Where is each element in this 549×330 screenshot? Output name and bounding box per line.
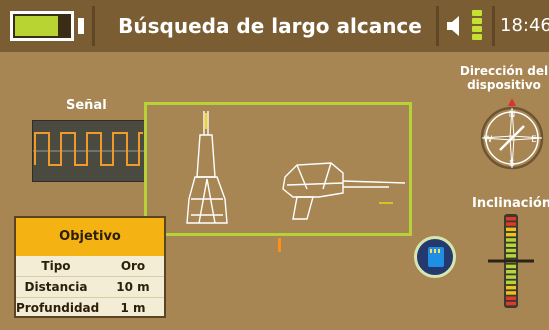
inclination-led [506,254,516,258]
inclination-led [506,217,516,221]
inclination-led [506,301,516,306]
position-marker [278,238,281,252]
detector-view [144,102,412,236]
target-header: Objetivo [16,218,164,256]
compass-icon: N S E W [480,98,544,170]
inclination-led [506,243,516,247]
inclination-led [506,248,516,253]
signal-label: Señal [66,98,107,113]
speaker-icon[interactable] [446,14,464,38]
inclination-led [506,291,516,295]
signal-bars-icon [472,10,482,42]
inclination-led [506,222,516,226]
sd-card-icon [428,247,444,267]
divider [492,6,495,46]
target-row-type: Tipo Oro [16,256,164,276]
target-value: 10 m [116,280,150,294]
target-row-distance: Distancia 10 m [16,276,164,298]
inclination-led [506,280,516,285]
page-title: Búsqueda de largo alcance [118,14,422,38]
inclination-led [506,232,516,237]
detector-illustration [186,111,406,224]
divider [92,6,95,46]
target-key: Profundidad [16,301,100,315]
clock: 18:46 [500,15,549,36]
inclination-label: Inclinación [472,196,549,211]
target-row-depth: Profundidad 1 m [16,298,164,318]
inclination-led [506,275,516,279]
inclination-led [506,264,516,269]
top-bar: Búsqueda de largo alcance 18:46 [0,0,549,52]
inclination-led [506,296,516,300]
inclination-gauge-icon [488,214,534,308]
divider [436,6,439,46]
compass-e: E [531,135,537,145]
compass-n: N [509,110,516,120]
inclination-led [506,238,516,242]
target-value: Oro [120,259,146,273]
direction-label: Dirección del dispositivo [459,64,549,92]
signal-scope [32,120,146,182]
battery-level [15,16,58,36]
target-value: 1 m [120,301,146,315]
sd-card-button[interactable] [414,236,456,278]
compass-s: S [509,159,515,169]
target-key: Tipo [41,259,71,273]
detector-top-icon [282,162,406,220]
detector-side-icon [186,111,228,224]
compass-w: W [484,135,493,145]
target-panel: Objetivo Tipo Oro Distancia 10 m Profund… [14,216,166,318]
battery-cap [78,18,84,34]
battery-icon [10,11,74,41]
inclination-led [506,227,516,232]
inclination-led [506,285,516,290]
target-key: Distancia [24,280,88,294]
inclination-led [506,270,516,274]
signal-wave-icon [33,132,145,166]
